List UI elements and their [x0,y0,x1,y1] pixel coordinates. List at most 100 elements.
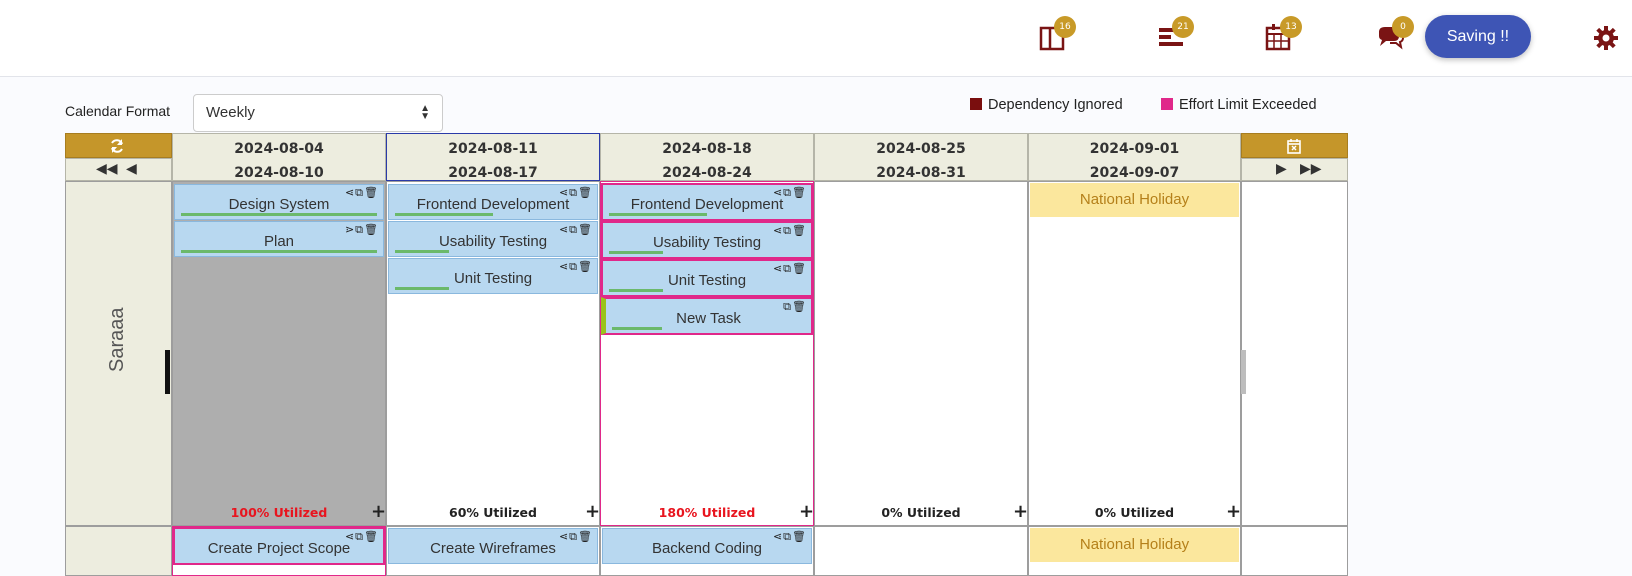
legend-dependency-ignored: Dependency Ignored [970,97,1123,113]
task-card[interactable]: ⋖⧉🗑 Frontend Development [388,184,598,220]
task-name: Frontend Development [630,196,784,213]
week-column[interactable] [814,181,1028,526]
refresh-icon [111,139,123,153]
gantt-list-icon[interactable]: 21 [1156,16,1194,52]
task-name: Backend Coding [651,540,763,557]
week-column[interactable] [1028,181,1241,526]
task-card[interactable]: ⋗⧉🗑 Plan [174,221,384,257]
add-task-icon[interactable]: + [371,501,386,522]
prev-page-icon[interactable]: ◀ [126,161,137,177]
task-progress [395,213,493,216]
calendar-badge: 13 [1280,16,1302,38]
legend-swatch [970,98,982,110]
week-column[interactable] [814,526,1028,576]
legend-label: Effort Limit Exceeded [1179,97,1317,113]
first-page-icon[interactable]: ◀◀ [96,161,118,177]
task-card[interactable]: ⋖⧉🗑 Create Project Scope [173,527,385,565]
resource-cell [65,526,172,576]
week-end: 2024-08-17 [448,165,538,181]
utilization-label: 180% Utilized [658,505,756,520]
holiday-label: National Holiday [1030,528,1239,562]
calendar-format-label: Calendar Format [65,103,171,119]
add-task-icon[interactable]: + [1013,501,1028,522]
resource-cell: Saraaa [65,181,172,526]
task-progress [181,213,377,216]
task-progress [395,250,449,253]
add-task-icon[interactable]: + [1226,501,1241,522]
select-caret-icon: ▲ ▼ [420,103,430,122]
task-card[interactable]: ⋖⧉🗑 Unit Testing [601,259,813,297]
task-card[interactable]: ⋖⧉🗑 Unit Testing [388,258,598,294]
task-card[interactable]: ⋖⧉🗑 Design System [174,184,384,220]
saving-button[interactable]: Saving !! [1425,15,1531,58]
prev-nav-cell: ◀◀ ◀ [65,158,172,181]
week-start: 2024-08-18 [662,141,752,157]
week-end: 2024-09-07 [1089,165,1180,181]
task-progress [609,289,663,292]
week-header[interactable]: 2024-08-18 2024-08-24 [600,133,814,181]
task-name: Create Project Scope [207,540,351,557]
task-card-new[interactable]: ⧉🗑 New Task [601,297,813,335]
task-name: Usability Testing [652,234,762,251]
week-start: 2024-08-25 [876,141,966,157]
chat-icon[interactable]: 0 [1376,16,1414,52]
utilization-label: 100% Utilized [230,505,328,520]
task-progress [612,327,662,330]
right-resize-handle[interactable] [1241,350,1246,394]
task-name: Create Wireframes [430,540,556,557]
week-start: 2024-08-04 [234,141,324,157]
week-header[interactable]: 2024-08-04 2024-08-10 [172,133,386,181]
right-spacer-column [1241,526,1348,576]
right-spacer-column [1241,181,1348,526]
calendar-format-value: Weekly [206,104,255,121]
task-progress [609,213,707,216]
left-resize-handle[interactable] [165,350,170,394]
task-card[interactable]: ⋖⧉🗑 Usability Testing [388,221,598,257]
week-header[interactable]: 2024-08-11 2024-08-17 [386,133,600,181]
add-task-icon[interactable]: + [799,501,814,522]
calendar-format-select[interactable]: Weekly ▲ ▼ [193,94,443,132]
week-start: 2024-08-11 [448,141,538,157]
top-bar: 16 21 13 0 Saving !! [0,0,1632,77]
task-progress [395,287,449,290]
week-end: 2024-08-31 [876,165,966,181]
refresh-cell[interactable] [65,133,172,158]
task-progress [609,251,663,254]
board-badge: 16 [1054,16,1076,38]
task-name: Frontend Development [416,196,570,213]
gear-icon[interactable] [1592,24,1620,52]
legend-effort-exceeded: Effort Limit Exceeded [1161,97,1317,113]
utilization-label: 0% Utilized [1094,505,1175,520]
task-name: Usability Testing [438,233,548,250]
legend-label: Dependency Ignored [988,97,1123,113]
holiday-label: National Holiday [1030,183,1239,217]
task-name: Unit Testing [453,270,533,287]
utilization-label: 60% Utilized [449,505,537,520]
task-name: Design System [228,196,330,213]
task-card[interactable]: ⋖⧉🗑 Frontend Development [601,183,813,221]
next-page-icon[interactable]: ▶ [1276,161,1287,177]
week-end: 2024-08-10 [234,165,324,181]
next-nav-cell: ▶ ▶▶ [1241,158,1348,181]
add-task-icon[interactable]: + [585,501,600,522]
week-header[interactable]: 2024-08-25 2024-08-31 [814,133,1028,181]
board-icon[interactable]: 16 [1038,16,1076,52]
week-start: 2024-09-01 [1089,141,1180,157]
last-page-icon[interactable]: ▶▶ [1300,161,1322,177]
legend-swatch [1161,98,1173,110]
today-cell[interactable] [1241,133,1348,158]
chat-badge: 0 [1392,16,1414,38]
resource-name: Saraaa [106,307,128,373]
gantt-badge: 21 [1172,16,1194,38]
task-progress [181,250,377,253]
task-name: Unit Testing [667,272,747,289]
task-name: Plan [263,233,295,250]
calendar-x-icon [1287,139,1301,154]
calendar-grid-icon[interactable]: 13 [1264,16,1302,52]
week-header[interactable]: 2024-09-01 2024-09-07 [1028,133,1241,181]
task-card[interactable]: ⋖⧉🗑 Backend Coding [602,528,812,564]
task-name: New Task [676,310,741,327]
task-card[interactable]: ⋖⧉🗑 Create Wireframes [388,528,598,564]
week-end: 2024-08-24 [662,165,752,181]
task-card[interactable]: ⋖⧉🗑 Usability Testing [601,221,813,259]
